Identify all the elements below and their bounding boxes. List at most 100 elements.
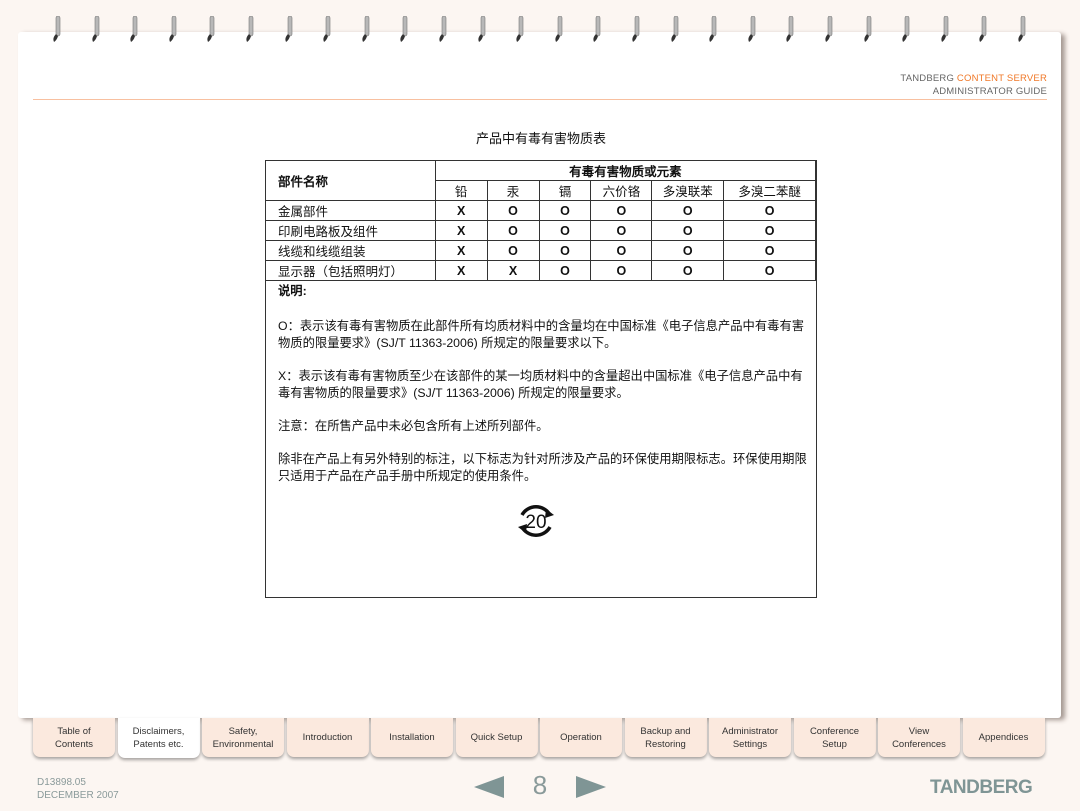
substance-mark: X [434, 220, 488, 241]
table-row: 金属部件 X O O O O O [265, 200, 816, 221]
note-o: O：表示该有毒有害物质在此部件所有均质材料中的含量均在中国标准《电子信息产品中有… [278, 319, 805, 350]
tab-table-of-contents[interactable]: Table of Contents [33, 718, 115, 757]
binder-ring-icon [825, 16, 833, 42]
header-guide: ADMINISTRATOR GUIDE [932, 86, 1047, 97]
header-brand: TANDBERG [900, 73, 955, 84]
binder-ring-icon [284, 16, 292, 42]
page-title: 产品中有毒有害物质表 [475, 131, 606, 146]
binder-ring-icon [516, 16, 524, 42]
binder-ring-icon [400, 16, 408, 42]
binder-ring-icon [632, 16, 640, 42]
binder-ring-icon [670, 16, 678, 42]
spiral-binding [0, 16, 1080, 46]
tab-label: Conference Setup [809, 725, 860, 750]
substance-column-header: 多溴联苯 [651, 180, 725, 201]
header-product: CONTENT SERVER [956, 73, 1047, 84]
note-x: X：表示该有毒有害物质至少在该部件的某一均质材料中的含量超出中国标准《电子信息产… [278, 369, 803, 400]
tab-conference-setup[interactable]: Conference Setup [793, 718, 876, 757]
substance-mark: X [434, 240, 488, 261]
document-header: TANDBERG CONTENT SERVER ADMINISTRATOR GU… [900, 72, 1047, 98]
binder-ring-icon [246, 16, 254, 42]
binder-ring-icon [979, 16, 987, 42]
svg-text:20: 20 [525, 512, 546, 533]
table-row: 显示器（包括照明灯） X X O O O O [265, 260, 816, 281]
binder-ring-icon [130, 16, 138, 42]
tab-label: Operation [560, 732, 602, 743]
tab-label: View Conferences [892, 725, 946, 750]
tab-installation[interactable]: Installation [371, 718, 453, 757]
substance-mark: O [651, 200, 725, 221]
notes-section: 说明: O：表示该有毒有害物质在此部件所有均质材料中的含量均在中国标准《电子信息… [278, 283, 808, 501]
part-name: 显示器（包括照明灯） [265, 260, 436, 281]
table-row: 印刷电路板及组件 X O O O O O [265, 220, 816, 241]
substance-mark: O [538, 240, 592, 261]
tab-operation[interactable]: Operation [540, 718, 622, 757]
tab-label: Disclaimers, Patents etc. [132, 726, 185, 750]
hazardous-substances-box: 部件名称 有毒有害物质或元素 铅汞镉六价铬 多溴联苯 多溴二苯醚 金属部件 X O O O O… [265, 160, 817, 598]
substance-group-header: 有毒有害物质或元素 [434, 160, 817, 181]
tab-label: Appendices [978, 732, 1029, 743]
previous-page-arrow-icon[interactable] [474, 776, 504, 798]
tab-quick-setup[interactable]: Quick Setup [455, 718, 538, 757]
tab-administrator-settings[interactable]: Administrator Settings [709, 718, 791, 757]
table-row: 线缆和线缆组装 X O O O O O [265, 240, 816, 261]
footer-info: D13898.05 DECEMBER 2007 [37, 776, 119, 802]
binder-ring-icon [323, 16, 331, 42]
binder-ring-icon [91, 16, 99, 42]
tab-label: Administrator Settings [722, 725, 778, 750]
substance-mark: O [486, 200, 540, 221]
binder-ring-icon [786, 16, 794, 42]
doc-id: D13898.05 [37, 777, 86, 788]
tab-label: Backup and Restoring [640, 725, 691, 750]
header-divider [33, 99, 1047, 100]
substance-mark: X [434, 260, 488, 281]
page-number: 8 [532, 770, 548, 800]
binder-ring-icon [748, 16, 756, 42]
substance-mark: O [590, 200, 653, 221]
substance-mark: O [651, 240, 725, 261]
substance-mark: O [723, 200, 816, 221]
doc-date: DECEMBER 2007 [37, 790, 119, 801]
binder-ring-icon [169, 16, 177, 42]
tab-introduction[interactable]: Introduction [286, 718, 369, 757]
substance-mark: O [590, 220, 653, 241]
substance-mark: O [538, 220, 592, 241]
tab-safety-environmental[interactable]: Safety, Environmental [202, 718, 284, 757]
note-epup: 除非在产品上有另外特别的标注，以下标志为针对所涉及产品的环保使用期限标志。环保使… [278, 452, 807, 483]
binder-ring-icon [362, 16, 370, 42]
tab-appendices[interactable]: Appendices [962, 718, 1045, 757]
binder-ring-icon [941, 16, 949, 42]
substance-mark: X [486, 260, 540, 281]
binder-ring-icon [593, 16, 601, 42]
substance-column-header: 汞 [486, 180, 540, 201]
next-page-arrow-icon[interactable] [576, 776, 606, 798]
substance-mark: O [723, 240, 816, 261]
binder-ring-icon [207, 16, 215, 42]
substance-column-header: 多溴二苯醚 [723, 180, 816, 201]
substance-column-header: 六价铬 [590, 180, 653, 201]
substance-column-header: 铅 [434, 180, 488, 201]
binder-ring-icon [53, 16, 61, 42]
substance-mark: O [590, 260, 653, 281]
substance-mark: O [486, 240, 540, 261]
tab-backup-and-restoring[interactable]: Backup and Restoring [624, 718, 707, 757]
note-attention: 注意：在所售产品中未必包含所有上述所列部件。 [278, 419, 549, 433]
tab-label: Introduction [302, 732, 353, 743]
part-name: 金属部件 [265, 200, 436, 221]
substance-mark: O [723, 260, 816, 281]
substance-mark: O [590, 240, 653, 261]
substance-mark: O [651, 260, 725, 281]
substance-mark: X [434, 200, 488, 221]
binder-ring-icon [1018, 16, 1026, 42]
binder-ring-icon [555, 16, 563, 42]
tandberg-logo: TANDBERG [930, 777, 1033, 798]
tab-label: Quick Setup [470, 732, 523, 743]
notes-heading: 说明: [278, 284, 307, 298]
binder-ring-icon [709, 16, 717, 42]
tab-view-conferences[interactable]: View Conferences [878, 718, 960, 757]
tab-disclaimers-patents-etc[interactable]: Disclaimers, Patents etc. [117, 718, 200, 758]
substance-mark: O [538, 200, 592, 221]
hazardous-substances-table: 部件名称 有毒有害物质或元素 铅汞镉六价铬 多溴联苯 多溴二苯醚 金属部件 X O O O O… [265, 160, 817, 281]
tab-label: Table of Contents [54, 725, 94, 750]
binder-ring-icon [863, 16, 871, 42]
